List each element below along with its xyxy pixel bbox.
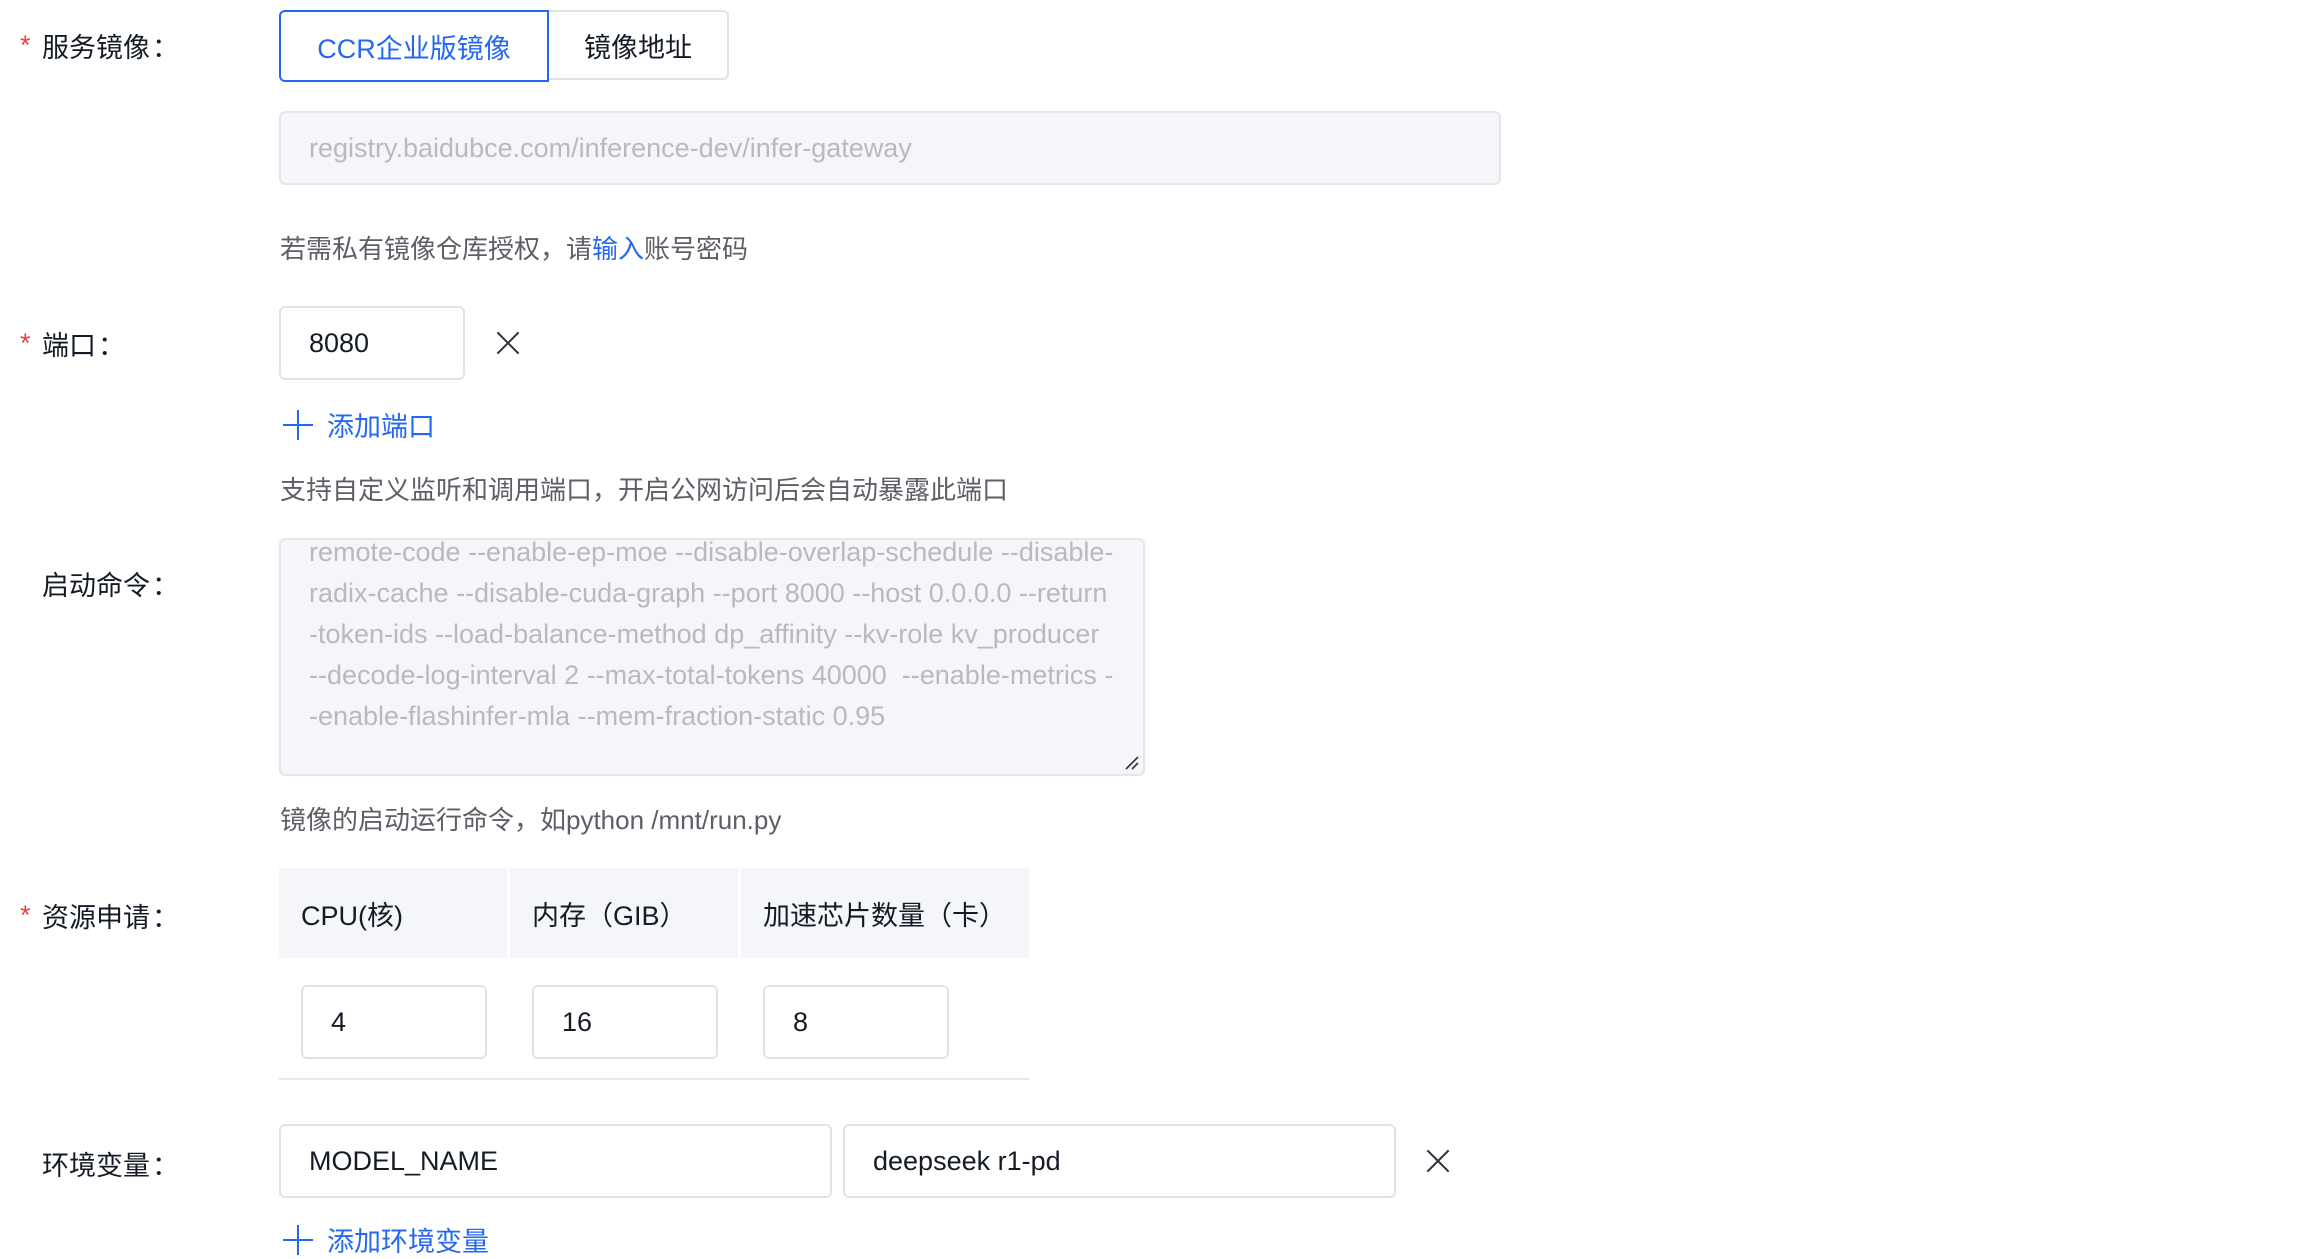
- env-label: 环境变量：: [42, 1151, 179, 1181]
- resize-handle-icon[interactable]: [1123, 754, 1139, 770]
- tab-image-address[interactable]: 镜像地址: [549, 10, 729, 80]
- column-header-accelerator: 加速芯片数量（卡）: [741, 868, 1029, 958]
- image-address-input[interactable]: registry.baidubce.com/inference-dev/infe…: [279, 111, 1501, 185]
- port-hint: 支持自定义监听和调用端口，开启公网访问后会自动暴露此端口: [280, 475, 1009, 505]
- image-source-segmented: CCR企业版镜像 镜像地址: [279, 10, 729, 82]
- port-label: * 端口：: [20, 328, 125, 361]
- private-registry-hint: 若需私有镜像仓库授权，请输入账号密码: [280, 234, 749, 264]
- startup-command-textarea[interactable]: remote-code --enable-ep-moe --disable-ov…: [279, 538, 1145, 776]
- startup-command-text: remote-code --enable-ep-moe --disable-ov…: [309, 538, 1114, 731]
- startup-command-hint: 镜像的启动运行命令，如python /mnt/run.py: [280, 805, 782, 835]
- accelerator-count-input[interactable]: 8: [763, 985, 949, 1059]
- plus-icon: [283, 409, 313, 440]
- resources-label: * 资源申请：: [20, 900, 179, 933]
- remove-env-close-icon[interactable]: [1423, 1146, 1453, 1176]
- table-divider: [279, 1078, 1029, 1080]
- required-mark: *: [20, 900, 31, 930]
- service-image-label: * 服务镜像：: [20, 30, 179, 63]
- add-env-var-button[interactable]: 添加环境变量: [283, 1220, 489, 1259]
- required-mark: *: [20, 328, 31, 358]
- port-input[interactable]: 8080: [279, 306, 465, 380]
- plus-icon: [283, 1224, 313, 1255]
- startup-command-label: 启动命令：: [42, 571, 179, 601]
- tab-ccr-enterprise-image[interactable]: CCR企业版镜像: [279, 10, 549, 82]
- column-header-cpu: CPU(核): [279, 868, 507, 958]
- required-mark: *: [20, 30, 31, 60]
- memory-input[interactable]: 16: [532, 985, 718, 1059]
- enter-credentials-link[interactable]: 输入: [592, 234, 644, 264]
- env-key-input[interactable]: MODEL_NAME: [279, 1124, 832, 1198]
- remove-port-close-icon[interactable]: [493, 328, 523, 358]
- column-header-memory: 内存（GIB）: [510, 868, 738, 958]
- add-port-button[interactable]: 添加端口: [283, 405, 435, 444]
- env-value-input[interactable]: deepseek r1-pd: [843, 1124, 1396, 1198]
- cpu-input[interactable]: 4: [301, 985, 487, 1059]
